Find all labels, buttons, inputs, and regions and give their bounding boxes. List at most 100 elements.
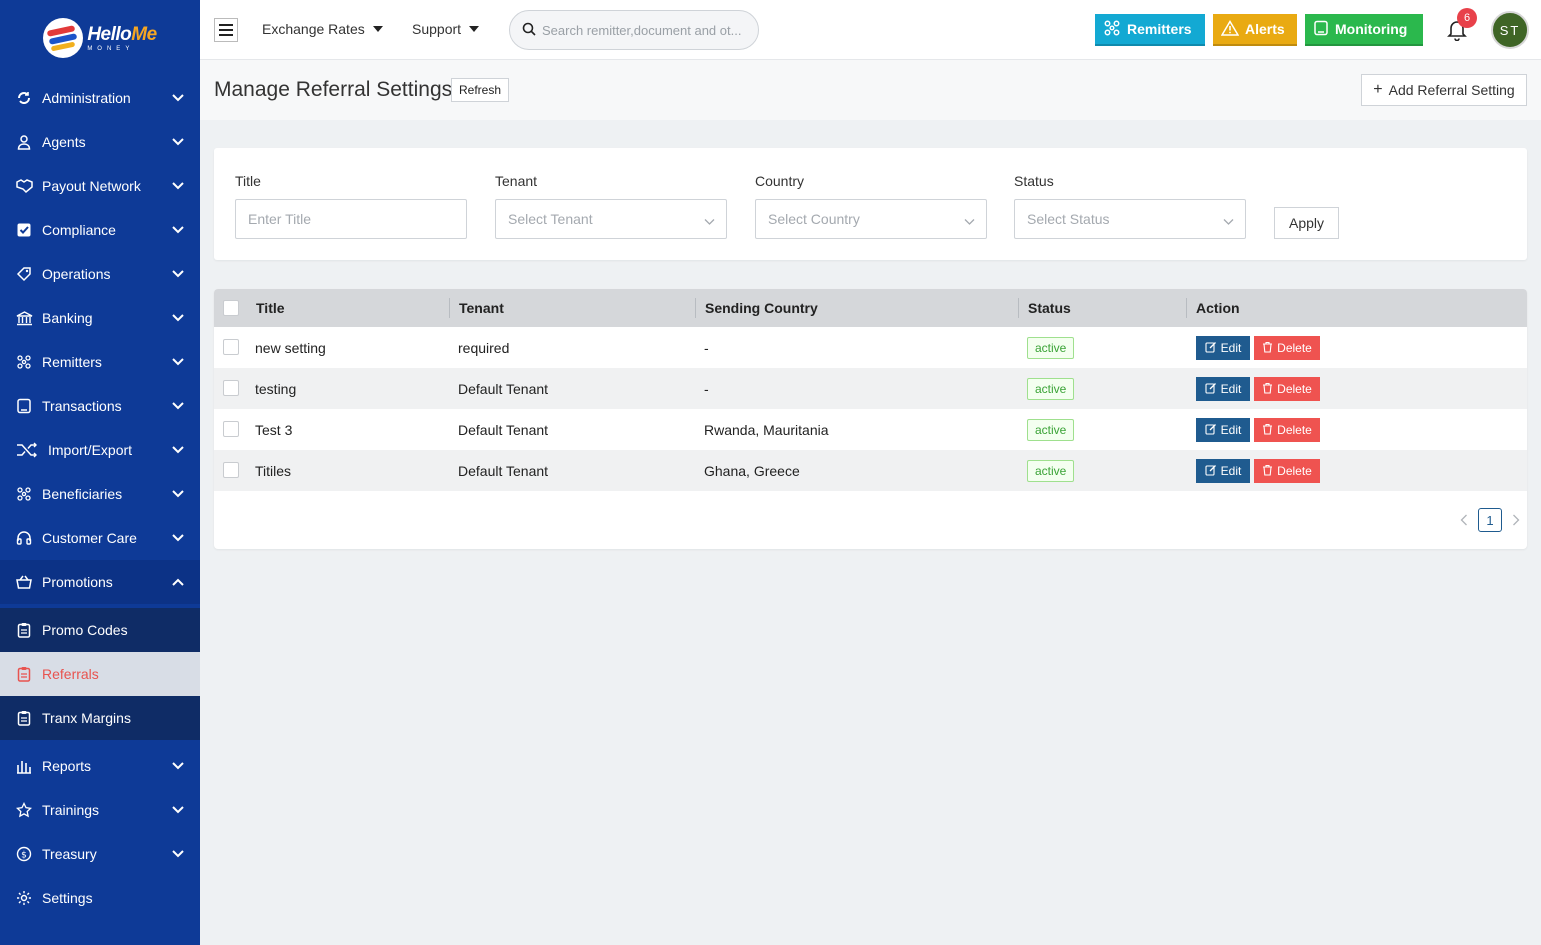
- column-header-sending-country[interactable]: Sending Country: [705, 289, 818, 327]
- sidebar-item-trainings[interactable]: Trainings: [0, 788, 200, 832]
- handshake-icon: [15, 177, 33, 195]
- monitoring-button[interactable]: Monitoring: [1305, 14, 1423, 46]
- chevron-left-icon[interactable]: [1458, 514, 1470, 526]
- edit-button-label: Edit: [1220, 423, 1242, 437]
- message-square-icon: [15, 397, 33, 415]
- row-checkbox[interactable]: [223, 339, 239, 355]
- remitters-button-label: Remitters: [1127, 21, 1192, 37]
- select-all-checkbox[interactable]: [223, 300, 239, 316]
- filter-card: Title Tenant Select Tenant Country Selec…: [214, 148, 1527, 260]
- chevron-right-icon[interactable]: [1510, 514, 1522, 526]
- edit-button[interactable]: Edit: [1196, 459, 1250, 483]
- chevron-down-icon: [172, 268, 184, 280]
- dollar-circle-icon: $: [15, 845, 33, 863]
- row-tenant: required: [458, 339, 510, 356]
- alerts-button[interactable]: Alerts: [1213, 14, 1297, 46]
- title-filter-input[interactable]: [248, 211, 448, 227]
- column-header-action: Action: [1196, 300, 1240, 316]
- column-header-status[interactable]: Status: [1028, 289, 1071, 327]
- sidebar-item-transactions[interactable]: Transactions: [0, 384, 200, 428]
- sidebar-item-treasury[interactable]: $ Treasury: [0, 832, 200, 876]
- column-header-tenant[interactable]: Tenant: [459, 289, 504, 327]
- sidebar-subitem-tranx-margins[interactable]: Tranx Margins: [0, 696, 200, 740]
- delete-button-label: Delete: [1277, 341, 1312, 355]
- sidebar-item-label: Transactions: [42, 398, 122, 414]
- delete-button[interactable]: Delete: [1254, 336, 1320, 360]
- remitters-button[interactable]: Remitters: [1095, 14, 1205, 46]
- row-checkbox[interactable]: [223, 380, 239, 396]
- delete-button[interactable]: Delete: [1254, 418, 1320, 442]
- row-country: Ghana, Greece: [704, 462, 800, 479]
- tenant-select[interactable]: Select Tenant: [495, 199, 727, 239]
- avatar[interactable]: ST: [1491, 11, 1529, 49]
- refresh-button[interactable]: Refresh: [451, 78, 510, 102]
- sidebar-subitem-referrals[interactable]: Referrals: [0, 652, 200, 696]
- sidebar-item-promotions[interactable]: Promotions: [0, 560, 200, 604]
- search-input[interactable]: [542, 22, 752, 38]
- sidebar-item-payout-network[interactable]: Payout Network: [0, 164, 200, 208]
- row-tenant: Default Tenant: [458, 380, 549, 397]
- status-select[interactable]: Select Status: [1014, 199, 1246, 239]
- sidebar-item-operations[interactable]: Operations: [0, 252, 200, 296]
- page-number-current[interactable]: 1: [1478, 508, 1502, 532]
- referral-settings-table: Title Tenant Sending Country Status Acti…: [214, 289, 1527, 549]
- delete-button[interactable]: Delete: [1254, 459, 1320, 483]
- menu-toggle-button[interactable]: [214, 18, 238, 42]
- exchange-rates-label: Exchange Rates: [262, 21, 365, 37]
- table-row: new setting required - active Edit Delet…: [214, 327, 1527, 368]
- row-checkbox[interactable]: [223, 462, 239, 478]
- table-row: testing Default Tenant - active Edit Del…: [214, 368, 1527, 409]
- country-filter-label: Country: [755, 173, 805, 189]
- sidebar-item-settings[interactable]: Settings: [0, 876, 200, 920]
- monitor-icon: [1313, 20, 1329, 39]
- status-badge: active: [1027, 418, 1075, 441]
- edit-button[interactable]: Edit: [1196, 418, 1250, 442]
- chevron-down-icon: [704, 213, 715, 225]
- country-select-placeholder: Select Country: [768, 211, 860, 227]
- caret-down-icon: [372, 26, 383, 32]
- trash-icon: [1262, 423, 1273, 438]
- tag-icon: [15, 265, 33, 283]
- apply-button[interactable]: Apply: [1274, 207, 1339, 239]
- sidebar-item-reports[interactable]: Reports: [0, 744, 200, 788]
- pagination: 1: [1458, 508, 1522, 532]
- edit-icon: [1205, 464, 1217, 479]
- page-header: Manage Referral Settings Refresh + Add R…: [200, 60, 1541, 120]
- sidebar-item-banking[interactable]: Banking: [0, 296, 200, 340]
- sidebar-item-administration[interactable]: Administration: [0, 76, 200, 120]
- edit-button[interactable]: Edit: [1196, 336, 1250, 360]
- chevron-down-icon: [172, 848, 184, 860]
- delete-button-label: Delete: [1277, 464, 1312, 478]
- delete-button-label: Delete: [1277, 382, 1312, 396]
- headset-icon: [15, 529, 33, 547]
- status-badge: active: [1027, 377, 1075, 400]
- brand-logo[interactable]: HelloMe MONEY: [0, 0, 200, 76]
- chevron-down-icon: [1223, 213, 1234, 225]
- status-select-placeholder: Select Status: [1027, 211, 1110, 227]
- delete-button[interactable]: Delete: [1254, 377, 1320, 401]
- sidebar-item-customer-care[interactable]: Customer Care: [0, 516, 200, 560]
- support-dropdown[interactable]: Support: [412, 21, 480, 37]
- sidebar-item-label: Banking: [42, 310, 93, 326]
- sidebar-item-label: Trainings: [42, 802, 100, 818]
- chevron-down-icon: [172, 804, 184, 816]
- sidebar-item-beneficiaries[interactable]: Beneficiaries: [0, 472, 200, 516]
- chevron-up-icon: [172, 576, 184, 588]
- row-title: new setting: [255, 339, 326, 356]
- sidebar-item-import-export[interactable]: Import/Export: [0, 428, 200, 472]
- sidebar-subitem-promo-codes[interactable]: Promo Codes: [0, 608, 200, 652]
- country-select[interactable]: Select Country: [755, 199, 987, 239]
- clipboard-icon: [15, 621, 33, 639]
- column-header-title[interactable]: Title: [256, 289, 285, 327]
- row-checkbox[interactable]: [223, 421, 239, 437]
- sidebar-item-label: Treasury: [42, 846, 97, 862]
- row-country: -: [704, 339, 709, 356]
- table-header: Title Tenant Sending Country Status Acti…: [214, 289, 1527, 327]
- sidebar-item-agents[interactable]: Agents: [0, 120, 200, 164]
- sidebar-item-remitters[interactable]: Remitters: [0, 340, 200, 384]
- sidebar-item-compliance[interactable]: Compliance: [0, 208, 200, 252]
- add-referral-setting-button[interactable]: + Add Referral Setting: [1361, 74, 1527, 106]
- edit-button[interactable]: Edit: [1196, 377, 1250, 401]
- exchange-rates-dropdown[interactable]: Exchange Rates: [262, 21, 383, 37]
- search-icon: [522, 22, 536, 39]
